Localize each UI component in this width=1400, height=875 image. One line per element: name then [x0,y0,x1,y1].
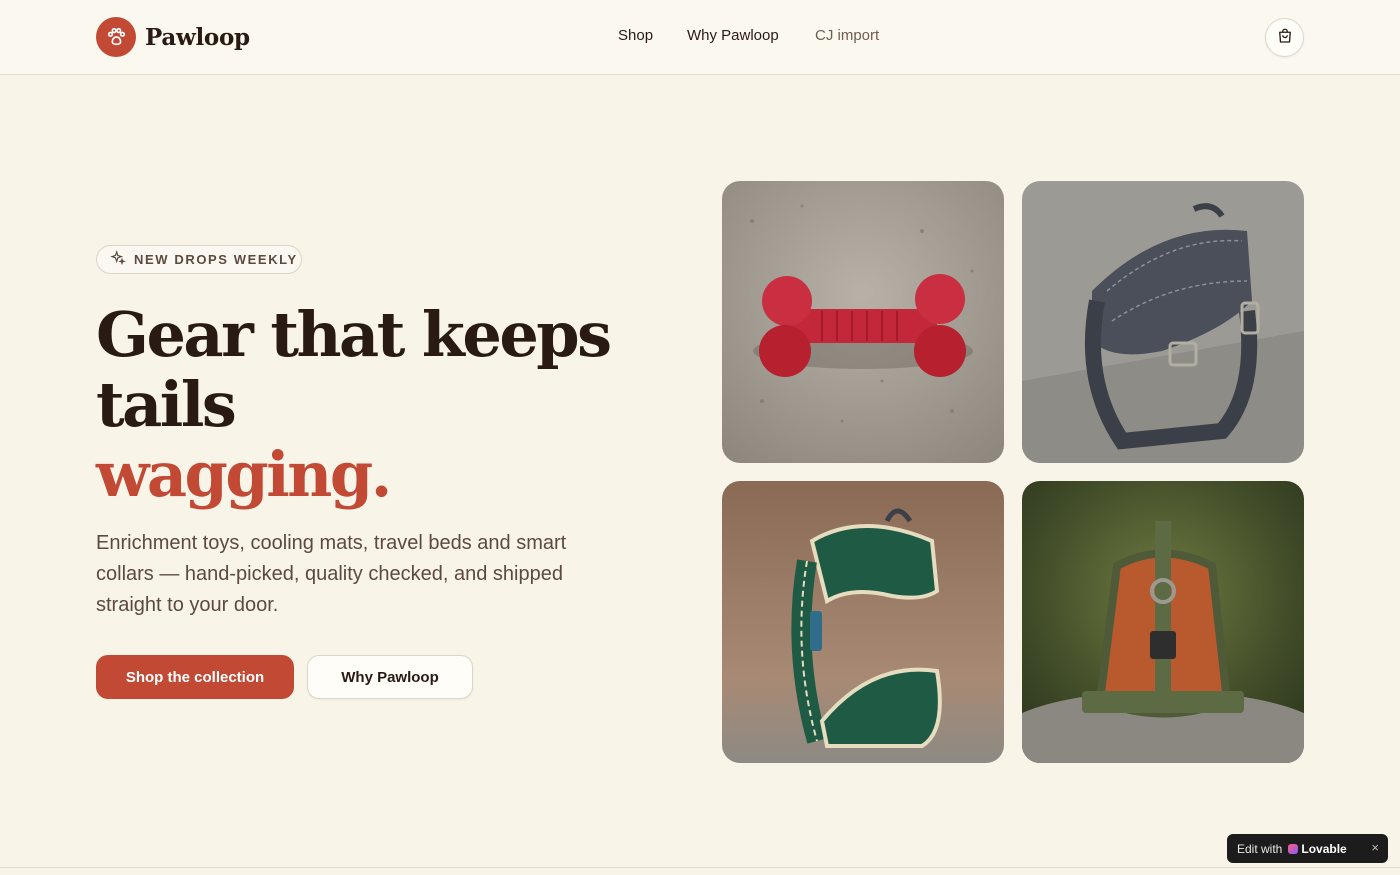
green-dog-harness-image[interactable] [722,481,1004,763]
headline-line-2: tails [96,368,237,441]
site-header: Pawloop Shop Why Pawloop CJ import [0,0,1400,75]
grey-dog-harness-image[interactable] [1022,181,1304,463]
nav-link-why-pawloop[interactable]: Why Pawloop [687,27,779,44]
red-bone-chew-toy-image[interactable] [722,181,1004,463]
nav-link-cj-import[interactable]: CJ import [815,27,879,44]
lovable-brand-label: Lovable [1301,841,1347,856]
hero-headline: Gear that keeps tails wagging. [96,300,616,510]
headline-accent: wagging. [96,438,392,511]
nav-link-shop[interactable]: Shop [618,27,653,44]
shop-collection-button[interactable]: Shop the collection [96,655,294,699]
lovable-prefix: Edit with [1237,841,1283,856]
headline-line-1: Gear that keeps [96,298,612,371]
section-divider [0,867,1400,868]
hero-subtext: Enrichment toys, cooling mats, travel be… [96,532,567,616]
orange-tactical-harness-image[interactable] [1022,481,1304,763]
main-nav: Shop Why Pawloop CJ import [0,27,1400,49]
badge-label: NEW DROPS WEEKLY [134,252,298,267]
edit-with-lovable-badge[interactable]: Edit with Lovable × [1227,834,1388,863]
lovable-brand: Lovable [1288,841,1347,856]
new-drops-badge: NEW DROPS WEEKLY [96,245,302,274]
lovable-heart-icon [1288,843,1299,854]
cart-button[interactable] [1265,18,1304,57]
shopping-bag-icon [1276,27,1294,48]
sparkles-icon [110,249,126,270]
why-pawloop-button[interactable]: Why Pawloop [307,655,473,699]
close-icon[interactable]: × [1371,840,1379,855]
